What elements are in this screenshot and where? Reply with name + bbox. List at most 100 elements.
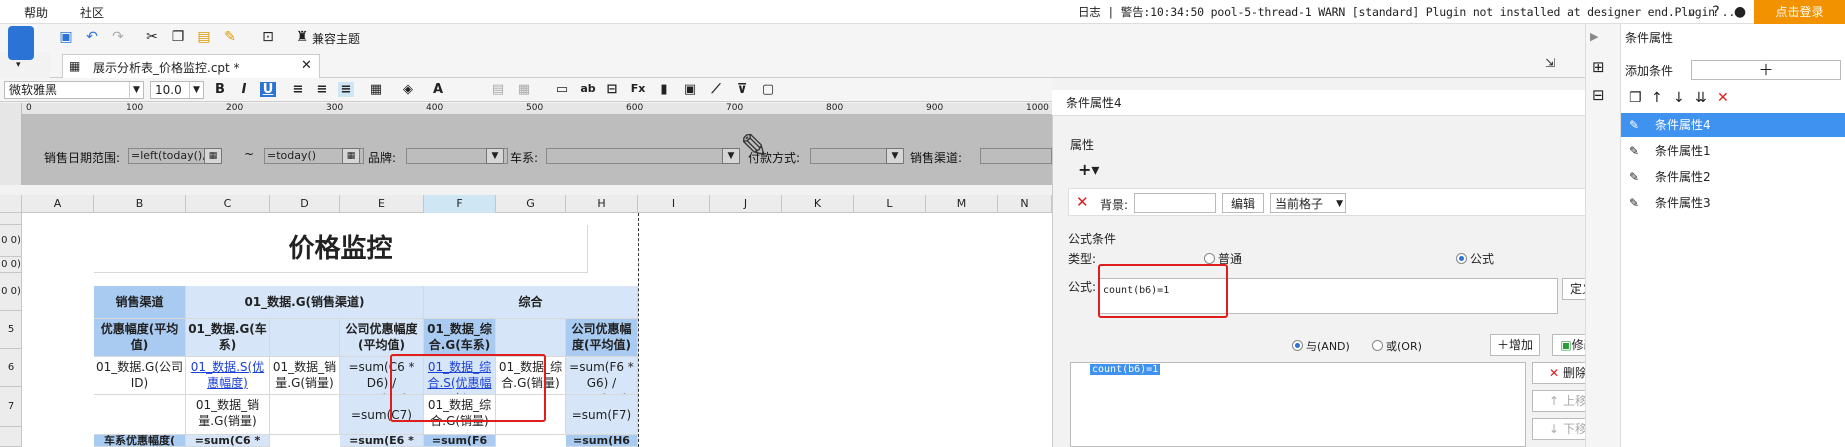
undo-icon[interactable]: ↶ bbox=[84, 29, 100, 45]
menu-community[interactable]: 社区 bbox=[80, 4, 104, 21]
remove-icon[interactable]: ✕ bbox=[1076, 193, 1089, 211]
cell-g5[interactable] bbox=[496, 319, 566, 357]
and-radio[interactable]: 与(AND) bbox=[1292, 338, 1350, 354]
italic-icon[interactable]: I bbox=[236, 82, 252, 97]
cell-b7[interactable] bbox=[94, 395, 186, 435]
compat-theme-button[interactable]: 兼容主题 bbox=[312, 30, 360, 47]
save-icon[interactable]: ▣ bbox=[58, 29, 74, 45]
column-j[interactable]: J bbox=[710, 195, 782, 213]
condition-item[interactable]: ✎ 条件属性2 bbox=[1621, 165, 1845, 189]
logo-chevron-down-icon[interactable]: ▾ bbox=[16, 60, 21, 70]
border-icon[interactable]: ▦ bbox=[368, 82, 384, 97]
insert-row-icon[interactable]: ▭ bbox=[554, 82, 570, 97]
merge-cells-icon[interactable]: ⊟ bbox=[604, 82, 620, 97]
merge-icon[interactable]: ▤ bbox=[490, 82, 506, 97]
paste-icon[interactable]: ▤ bbox=[196, 29, 212, 45]
underline-icon[interactable]: U bbox=[260, 82, 276, 97]
menu-help[interactable]: 帮助 bbox=[24, 4, 48, 21]
type-formula-radio[interactable]: 公式 bbox=[1456, 250, 1494, 267]
dropdown-icon[interactable]: ▼ bbox=[886, 148, 904, 164]
image-icon[interactable]: ▣ bbox=[682, 82, 698, 97]
column-b[interactable]: B bbox=[94, 195, 186, 213]
channel-combo[interactable] bbox=[980, 148, 1052, 164]
cell-f4[interactable]: 综合 bbox=[424, 286, 638, 319]
background-preview[interactable] bbox=[1134, 193, 1216, 213]
copy-icon[interactable]: ❐ bbox=[1629, 90, 1642, 106]
arrow-up-icon[interactable]: ↑ bbox=[1651, 90, 1663, 106]
cut-icon[interactable]: ✂ bbox=[144, 29, 160, 45]
condition-item[interactable]: ✎ 条件属性1 bbox=[1621, 139, 1845, 163]
column-c[interactable]: C bbox=[186, 195, 270, 213]
column-d[interactable]: D bbox=[270, 195, 340, 213]
cell-b6[interactable]: 01_数据.G(公司ID) bbox=[94, 357, 186, 395]
cell-d6[interactable]: 01_数据_销量.G(销量) bbox=[270, 357, 340, 395]
property-icon[interactable]: ⊞ bbox=[1592, 58, 1605, 76]
cell-c5[interactable]: 01_数据.G(车系) bbox=[186, 319, 270, 357]
widget-icon[interactable]: ▢ bbox=[760, 82, 776, 97]
add-condition-button[interactable]: ＋ bbox=[1691, 60, 1841, 80]
cell-h8[interactable]: =sum(H6 bbox=[566, 435, 638, 447]
format-painter-icon[interactable]: ✎ bbox=[222, 29, 238, 45]
help-icon[interactable]: ? bbox=[1708, 4, 1724, 20]
bold-icon[interactable]: B bbox=[212, 82, 228, 97]
report-title[interactable]: 价格监控 bbox=[94, 225, 588, 273]
status-log[interactable]: 日志 | 警告:10:34:50 pool-5-thread-1 WARN [s… bbox=[1078, 4, 1742, 20]
cell-h6[interactable]: =sum(F6 * G6) / sum(G6) bbox=[566, 357, 638, 395]
dropdown-icon[interactable]: ▼ bbox=[722, 148, 740, 164]
column-k[interactable]: K bbox=[782, 195, 854, 213]
cell-b8[interactable]: 车系优惠幅度( bbox=[94, 435, 186, 447]
cell-b5[interactable]: 优惠幅度(平均值) bbox=[94, 319, 186, 357]
row-number[interactable]: 5 bbox=[0, 311, 22, 349]
slash-icon[interactable]: ⟋ bbox=[708, 82, 724, 97]
align-left-icon[interactable]: ≡ bbox=[290, 82, 306, 97]
add-button[interactable]: ＋增加 bbox=[1490, 334, 1540, 356]
cell-c7[interactable]: 01_数据_销量.G(销量) bbox=[186, 395, 270, 435]
preview-icon[interactable]: ⊡ bbox=[260, 29, 276, 45]
column-m[interactable]: M bbox=[926, 195, 998, 213]
fill-color-icon[interactable]: ◈ bbox=[400, 82, 416, 97]
condition-item[interactable]: ✎ 条件属性4 bbox=[1621, 113, 1845, 137]
or-radio[interactable]: 或(OR) bbox=[1372, 338, 1422, 354]
sort-icon[interactable]: ⇊ bbox=[1695, 90, 1707, 106]
font-family-select[interactable]: 微软雅黑 ▼ bbox=[4, 81, 144, 99]
text-color-icon[interactable]: A bbox=[430, 82, 446, 97]
align-right-icon[interactable]: ≡ bbox=[338, 82, 354, 97]
row-number[interactable]: 0 0) bbox=[0, 257, 22, 273]
cell-c8[interactable]: =sum(C6 * bbox=[186, 435, 270, 447]
arrow-right-icon[interactable]: ▶ bbox=[1590, 30, 1598, 43]
align-center-icon[interactable]: ≡ bbox=[314, 82, 330, 97]
cell-d7[interactable] bbox=[270, 395, 340, 435]
chart-icon[interactable]: ▮ bbox=[656, 82, 672, 97]
edit-button[interactable]: 编辑 bbox=[1222, 193, 1264, 213]
expand-icon[interactable]: ⇲ bbox=[1545, 56, 1555, 70]
column-n[interactable]: N bbox=[998, 195, 1052, 213]
row-number[interactable]: 7 bbox=[0, 387, 22, 427]
column-a[interactable]: A bbox=[22, 195, 94, 213]
cell-c6[interactable]: 01_数据.S(优惠幅度) bbox=[186, 357, 270, 395]
row-number[interactable] bbox=[0, 213, 22, 225]
cell-f8[interactable]: =sum(F6 bbox=[424, 435, 496, 447]
row-number[interactable]: 0 0) bbox=[0, 225, 22, 257]
cell-e5[interactable]: 公司优惠幅度(平均值) bbox=[340, 319, 424, 357]
condition-list-item[interactable]: count(b6)=1 bbox=[1090, 364, 1161, 375]
cell-c4[interactable]: 01_数据.G(销售渠道) bbox=[186, 286, 424, 319]
formula-icon[interactable]: Fx bbox=[630, 82, 646, 95]
notification-icon[interactable]: ● bbox=[1732, 4, 1748, 20]
column-h[interactable]: H bbox=[566, 195, 638, 213]
condition-icon[interactable]: ⊟ bbox=[1592, 86, 1605, 104]
login-button[interactable]: 点击登录 bbox=[1754, 0, 1845, 24]
search-icon[interactable]: ⌕ bbox=[1684, 4, 1700, 20]
column-i[interactable]: I bbox=[638, 195, 710, 213]
scope-select[interactable]: 当前格子 ▼ bbox=[1270, 193, 1346, 213]
add-attr-icon[interactable]: +▾ bbox=[1078, 160, 1099, 179]
column-f[interactable]: F bbox=[424, 195, 496, 213]
text-icon[interactable]: ab bbox=[580, 82, 596, 95]
tab-report[interactable]: ▦ 展示分析表_价格监控.cpt * ✕ bbox=[62, 54, 320, 78]
cell-b4[interactable]: 销售渠道 bbox=[94, 286, 186, 319]
copy-icon[interactable]: ❐ bbox=[170, 29, 186, 45]
corner-cell[interactable] bbox=[0, 195, 22, 213]
arrow-down-icon[interactable]: ↓ bbox=[1673, 90, 1685, 106]
cell-h7[interactable]: =sum(F7) bbox=[566, 395, 638, 435]
redo-icon[interactable]: ↷ bbox=[110, 29, 126, 45]
row-number[interactable]: 0 0) bbox=[0, 273, 22, 311]
